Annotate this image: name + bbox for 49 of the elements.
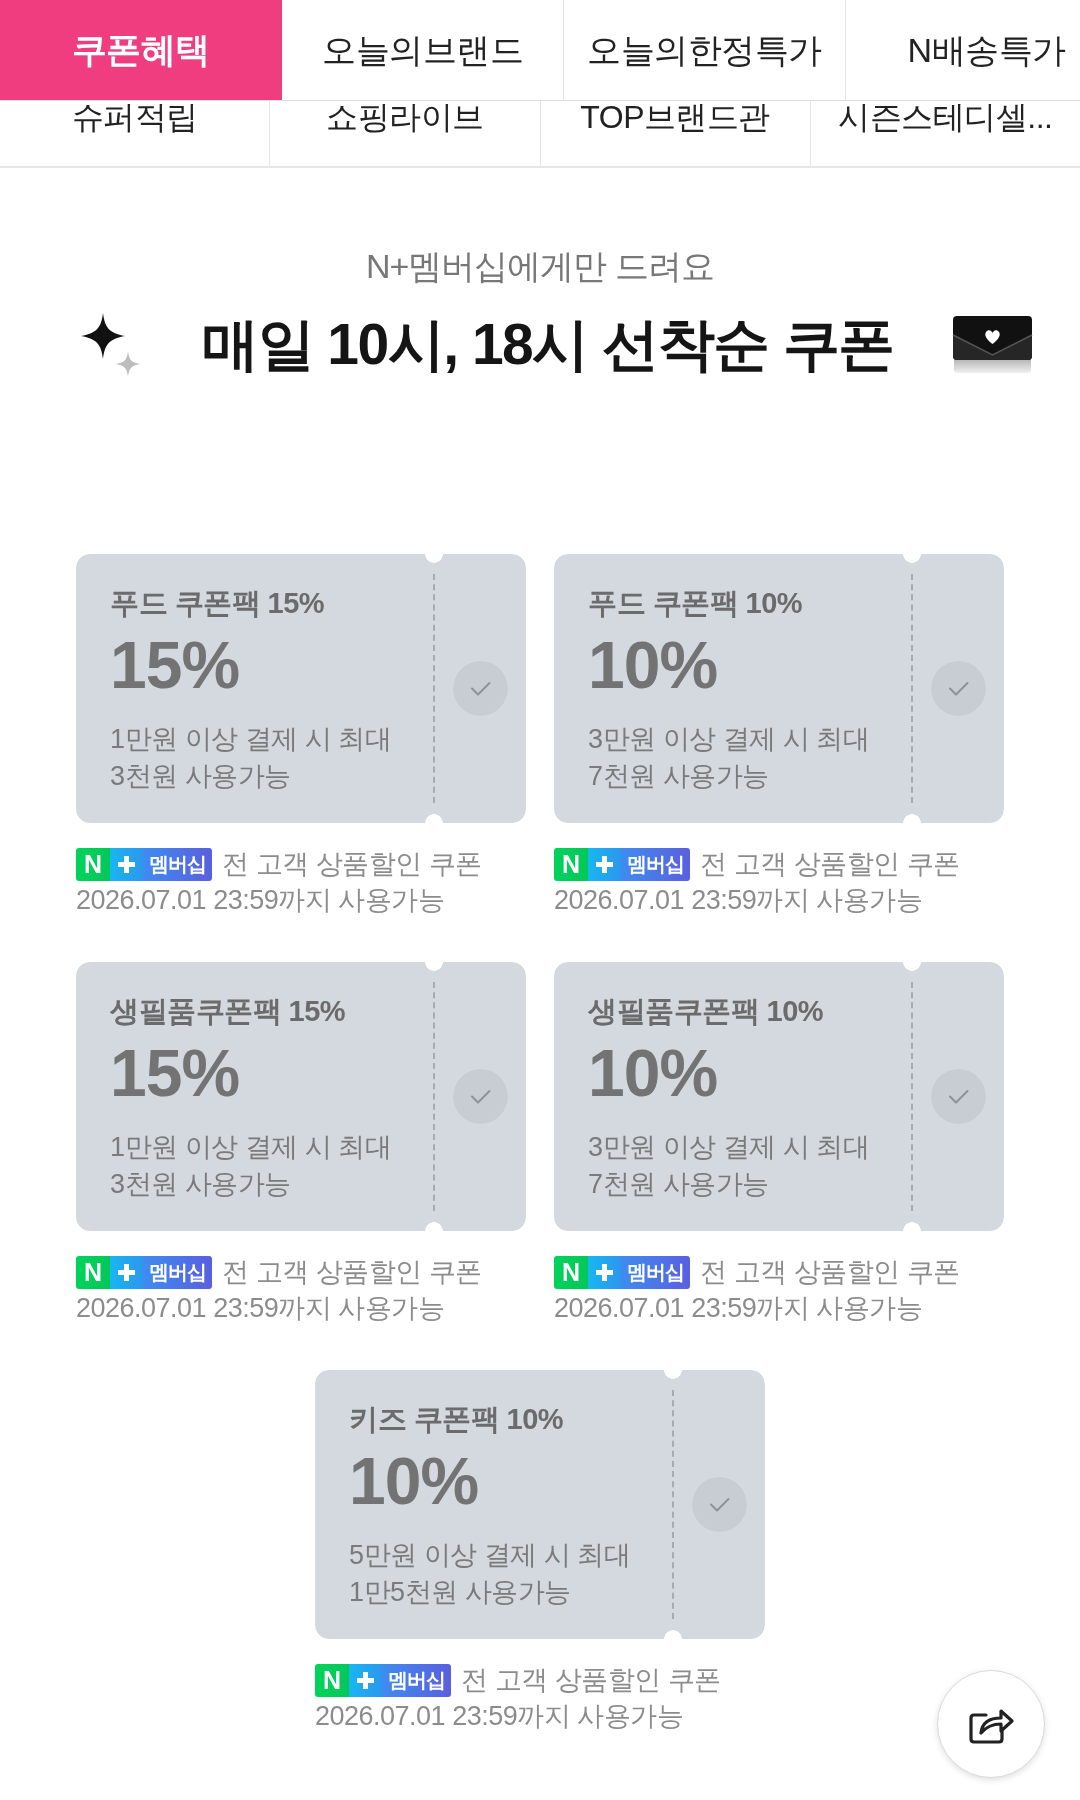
plus-icon bbox=[588, 1255, 621, 1289]
coupon-condition: 3만원 이상 결제 시 최대 7천원 사용가능 bbox=[588, 723, 871, 793]
audience-text: 전 고객 상품할인 쿠폰 bbox=[700, 1256, 960, 1289]
coupon-name: 키즈 쿠폰팩 10% bbox=[349, 1402, 565, 1437]
validity-text: 2026.07.01 23:59까지 사용가능 bbox=[554, 884, 924, 917]
audience-text: 전 고객 상품할인 쿠폰 bbox=[222, 848, 482, 881]
plus-icon bbox=[349, 1663, 382, 1697]
audience-text: 전 고객 상품할인 쿠폰 bbox=[222, 1256, 482, 1289]
membership-tag: 멤버십 bbox=[621, 847, 690, 881]
header-subtitle: N+멤버십에게만 드려요 bbox=[365, 246, 715, 286]
coupon-condition: 5만원 이상 결제 시 최대 1만5천원 사용가능 bbox=[349, 1539, 632, 1609]
coupon-name: 생필품쿠폰팩 15% bbox=[110, 994, 347, 1029]
validity-text: 2026.07.01 23:59까지 사용가능 bbox=[76, 1292, 446, 1325]
tab[interactable]: 쿠폰혜택 bbox=[0, 0, 282, 100]
coupon-card[interactable]: 푸드 쿠폰팩 10% 10% 3만원 이상 결제 시 최대 7천원 사용가능 bbox=[554, 554, 1004, 823]
discount-value: 10% bbox=[349, 1447, 480, 1515]
validity-text: 2026.07.01 23:59까지 사용가능 bbox=[315, 1700, 685, 1733]
plus-icon bbox=[588, 847, 621, 881]
plus-icon bbox=[110, 847, 143, 881]
discount-value: 15% bbox=[110, 1039, 241, 1107]
membership-tag: 멤버십 bbox=[143, 1255, 212, 1289]
audience-text: 전 고객 상품할인 쿠폰 bbox=[461, 1664, 721, 1697]
coupon-name: 푸드 쿠폰팩 10% bbox=[588, 586, 804, 621]
validity-text: 2026.07.01 23:59까지 사용가능 bbox=[554, 1292, 924, 1325]
logo-tile: N bbox=[554, 847, 588, 881]
validity-text: 2026.07.01 23:59까지 사용가능 bbox=[76, 884, 446, 917]
membership-tag: 멤버십 bbox=[382, 1663, 451, 1697]
logo-tile: N bbox=[554, 1255, 588, 1289]
membership-tag: 멤버십 bbox=[143, 847, 212, 881]
envelope-icon bbox=[952, 315, 1033, 373]
discount-value: 15% bbox=[110, 631, 241, 699]
discount-value: 10% bbox=[588, 631, 719, 699]
audience-text: 전 고객 상품할인 쿠폰 bbox=[700, 848, 960, 881]
coupon-card[interactable]: 생필품쿠폰팩 15% 15% 1만원 이상 결제 시 최대 3천원 사용가능 bbox=[76, 962, 526, 1231]
coupon-condition: 1만원 이상 결제 시 최대 3천원 사용가능 bbox=[110, 723, 393, 793]
coupon-condition: 1만원 이상 결제 시 최대 3천원 사용가능 bbox=[110, 1131, 393, 1201]
logo-tile: N bbox=[76, 847, 110, 881]
coupon-card[interactable]: 생필품쿠폰팩 10% 10% 3만원 이상 결제 시 최대 7천원 사용가능 bbox=[554, 962, 1004, 1231]
coupon-condition: 3만원 이상 결제 시 최대 7천원 사용가능 bbox=[588, 1131, 871, 1201]
plus-icon bbox=[110, 1255, 143, 1289]
coupon-name: 생필품쿠폰팩 10% bbox=[588, 994, 825, 1029]
discount-value: 10% bbox=[588, 1039, 719, 1107]
coupon-name: 푸드 쿠폰팩 15% bbox=[110, 586, 326, 621]
logo-tile: N bbox=[315, 1663, 349, 1697]
logo-tile: N bbox=[76, 1255, 110, 1289]
coupon-card[interactable]: 푸드 쿠폰팩 15% 15% 1만원 이상 결제 시 최대 3천원 사용가능 bbox=[76, 554, 526, 823]
coupon-card[interactable]: 키즈 쿠폰팩 10% 10% 5만원 이상 결제 시 최대 1만5천원 사용가능 bbox=[315, 1370, 765, 1639]
membership-tag: 멤버십 bbox=[621, 1255, 690, 1289]
header-title: 매일 10시, 18시 선착순 쿠폰 bbox=[201, 311, 895, 378]
